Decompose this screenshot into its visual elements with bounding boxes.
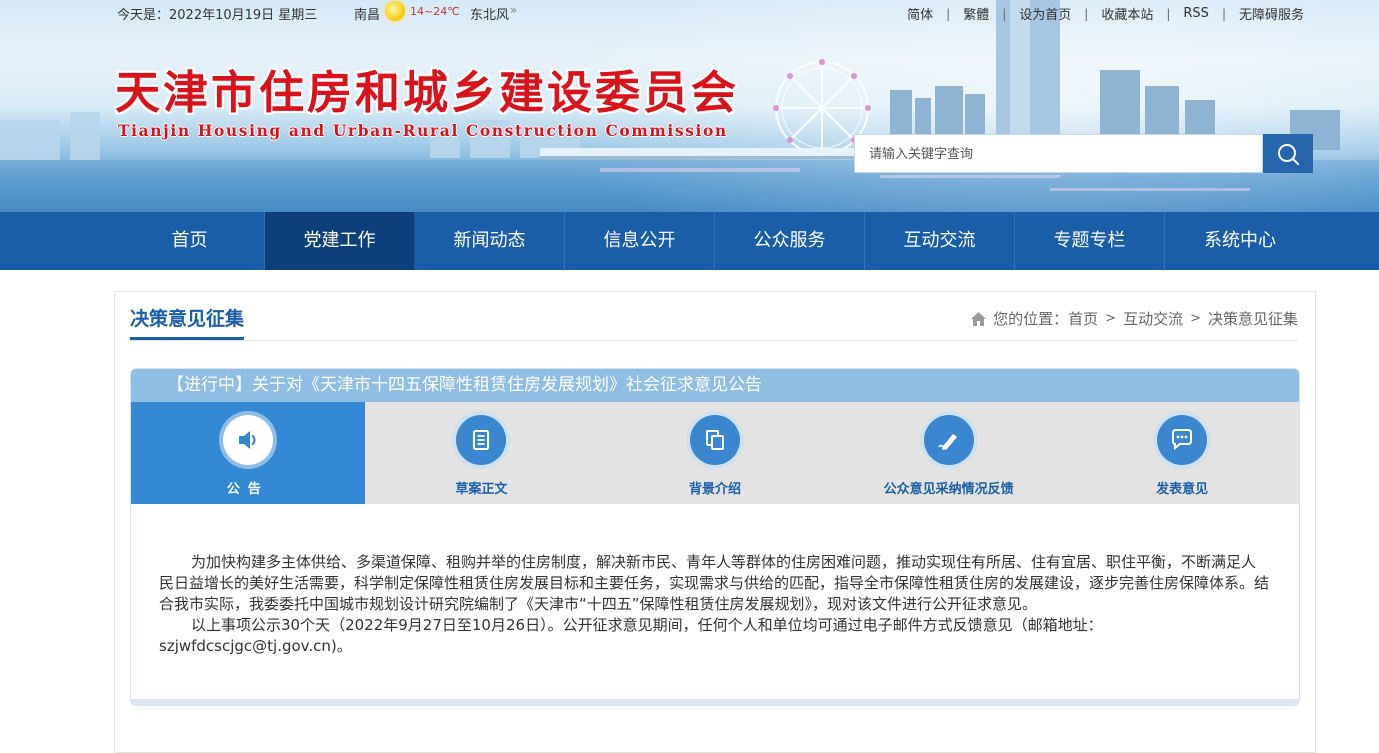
chat-icon — [1172, 429, 1193, 451]
tab-label: 草案正文 — [455, 482, 508, 497]
tab-icon-circle — [456, 415, 507, 465]
breadcrumb-interaction[interactable]: 互动交流 — [1123, 308, 1183, 329]
tab-icon-circle — [1157, 415, 1208, 465]
site-title-en: Tianjin Housing and Urban-Rural Construc… — [118, 121, 728, 140]
notice-tabs: 公告 草案正文 背景介绍 公众意见采纳情况反馈 发表意见 — [131, 402, 1299, 504]
nav-info-disclosure[interactable]: 信息公开 — [565, 212, 715, 270]
tab-comment[interactable]: 发表意见 — [1065, 402, 1299, 504]
breadcrumb-prefix: 您的位置： — [993, 310, 1069, 328]
site-title-cn[interactable]: 天津市住房和城乡建设委员会 — [115, 66, 739, 120]
main-nav: 首页 党建工作 新闻动态 信息公开 公众服务 互动交流 专题专栏 系统中心 — [0, 212, 1379, 270]
tab-icon-circle — [689, 415, 740, 465]
weather-city: 南昌 — [354, 8, 381, 23]
search-input[interactable] — [854, 134, 1263, 173]
notice-bottom-bar — [131, 699, 1299, 705]
speaker-icon — [238, 431, 256, 449]
link-rss[interactable]: RSS — [1183, 6, 1209, 21]
tab-label: 发表意见 — [1156, 482, 1209, 497]
page-title: 决策意见征集 — [130, 308, 245, 330]
nav-system-center[interactable]: 系统中心 — [1165, 212, 1315, 270]
breadcrumb-separator: > — [1190, 311, 1201, 326]
pen-icon — [937, 434, 957, 450]
link-separator: | — [946, 6, 951, 21]
weather-more-icon[interactable]: » — [510, 3, 517, 17]
tab-label: 背景介绍 — [688, 482, 741, 497]
tab-label: 公告 — [226, 482, 269, 497]
notice-body: 为加快构建多主体供给、多渠道保障、租购并举的住房制度，解决新市民、青年人等群体的… — [159, 552, 1269, 657]
nav-public-service[interactable]: 公众服务 — [715, 212, 865, 270]
nav-party-building[interactable]: 党建工作 — [265, 212, 415, 270]
tab-background[interactable]: 背景介绍 — [598, 402, 832, 504]
tab-label: 公众意见采纳情况反馈 — [883, 482, 1014, 497]
breadcrumb-current[interactable]: 决策意见征集 — [1208, 308, 1298, 329]
breadcrumb-home[interactable]: 首页 — [1068, 308, 1098, 329]
sun-icon — [385, 1, 405, 21]
notice-paragraph: 为加快构建多主体供给、多渠道保障、租购并举的住房制度，解决新市民、青年人等群体的… — [159, 553, 1270, 613]
home-icon — [971, 311, 987, 326]
tab-feedback[interactable]: 公众意见采纳情况反馈 — [832, 402, 1066, 504]
notice-title: 【进行中】关于对《天津市十四五保障性租赁住房发展规划》社会征求意见公告 — [131, 369, 1299, 402]
search-button[interactable] — [1263, 134, 1313, 173]
link-separator: | — [1166, 6, 1171, 21]
link-bookmark[interactable]: 收藏本站 — [1101, 4, 1153, 23]
weather-wind: 东北风 — [470, 8, 510, 23]
breadcrumb: 您的位置： 首页 > 互动交流 > 决策意见征集 — [970, 308, 1298, 329]
link-separator: | — [1002, 6, 1007, 21]
link-set-homepage[interactable]: 设为首页 — [1019, 4, 1071, 23]
title-underline — [130, 337, 244, 340]
tab-icon-circle — [923, 415, 974, 465]
top-links: 简体 | 繁體 | 设为首页 | 收藏本站 | RSS | 无障碍服务 — [907, 4, 1304, 23]
search-icon — [1278, 143, 1299, 165]
nav-news[interactable]: 新闻动态 — [415, 212, 565, 270]
tab-draft-text[interactable]: 草案正文 — [365, 402, 599, 504]
breadcrumb-separator: > — [1105, 311, 1117, 326]
link-traditional[interactable]: 繁體 — [963, 4, 989, 23]
weather-temperature: 14~24℃ — [410, 5, 460, 18]
document-icon — [473, 430, 490, 450]
nav-interaction[interactable]: 互动交流 — [865, 212, 1015, 270]
copy-icon — [705, 430, 724, 450]
title-divider — [130, 340, 1298, 341]
current-date: 今天是：2022年10月19日 星期三 — [117, 8, 318, 23]
tab-announcement[interactable]: 公告 — [131, 402, 365, 504]
nav-special-topics[interactable]: 专题专栏 — [1015, 212, 1165, 270]
nav-home[interactable]: 首页 — [115, 212, 265, 270]
notice-panel: 【进行中】关于对《天津市十四五保障性租赁住房发展规划》社会征求意见公告 公告 草 — [130, 368, 1300, 706]
tab-icon-circle — [222, 415, 273, 465]
link-simplified[interactable]: 简体 — [907, 4, 933, 23]
notice-paragraph: 以上事项公示30个天（2022年9月27日至10月26日）。公开征求意见期间，任… — [159, 616, 1103, 655]
link-accessibility[interactable]: 无障碍服务 — [1239, 4, 1304, 23]
link-separator: | — [1084, 6, 1089, 21]
top-info-bar: 今天是：2022年10月19日 星期三 南昌 14~24℃ 东北风 » 简体 |… — [0, 0, 1379, 24]
link-separator: | — [1221, 6, 1226, 21]
